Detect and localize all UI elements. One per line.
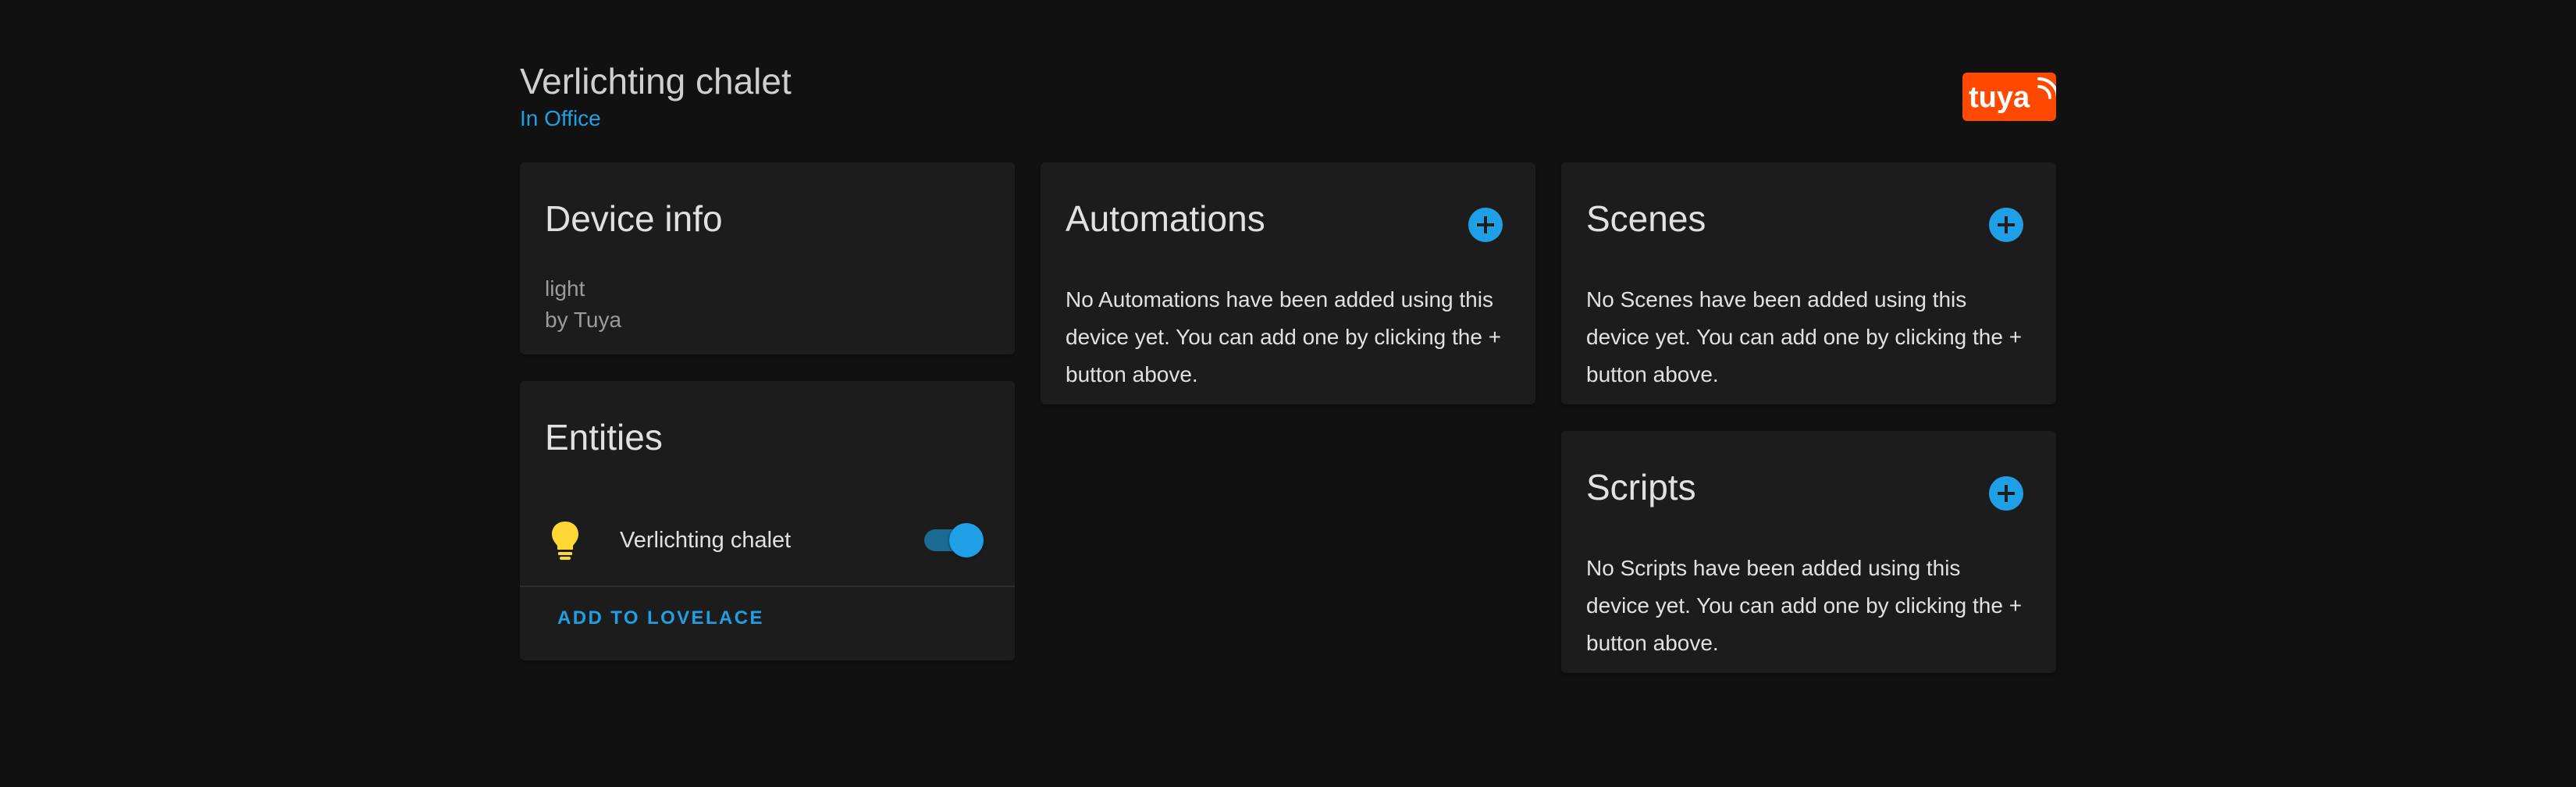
device-title: Verlichting chalet <box>520 61 792 101</box>
scripts-card: Scripts No Scripts have been added using… <box>1561 431 2056 673</box>
scenes-card: Scenes No Scenes have been added using t… <box>1561 162 2056 404</box>
tuya-logo-text: tuya <box>1969 81 2030 114</box>
device-manufacturer: by Tuya <box>545 308 622 332</box>
area-link[interactable]: In Office <box>520 106 601 131</box>
add-scene-button[interactable] <box>1989 208 2023 242</box>
add-to-lovelace-button[interactable]: ADD TO LOVELACE <box>557 607 764 629</box>
add-script-button[interactable] <box>1989 476 2023 511</box>
card-divider <box>520 586 1015 587</box>
automations-title: Automations <box>1066 198 1265 239</box>
scenes-title: Scenes <box>1586 198 1706 239</box>
tuya-logo: tuya <box>1962 73 2056 121</box>
page-header: Verlichting chalet In Office <box>520 58 792 131</box>
entity-name: Verlichting chalet <box>620 528 792 553</box>
scripts-title: Scripts <box>1586 467 1696 507</box>
lightbulb-icon <box>550 520 581 561</box>
device-model: light <box>545 276 585 301</box>
entity-toggle[interactable] <box>924 523 984 557</box>
scenes-empty-text: No Scenes have been added using this dev… <box>1586 287 2023 386</box>
device-page: Verlichting chalet In Office tuya Device… <box>0 0 2576 787</box>
automations-empty-text: No Automations have been added using thi… <box>1066 287 1502 386</box>
automations-card: Automations No Automations have been add… <box>1041 162 1535 404</box>
device-info-card: Device info light by Tuya <box>520 162 1015 354</box>
add-automation-button[interactable] <box>1468 208 1503 242</box>
entities-title: Entities <box>545 417 663 458</box>
scripts-empty-text: No Scripts have been added using this de… <box>1586 556 2023 655</box>
toggle-thumb <box>949 523 984 557</box>
device-info-title: Device info <box>545 198 723 239</box>
entity-row[interactable]: Verlichting chalet <box>520 514 1015 568</box>
entities-card: Entities Verlichting chalet ADD TO LOVEL… <box>520 381 1015 661</box>
